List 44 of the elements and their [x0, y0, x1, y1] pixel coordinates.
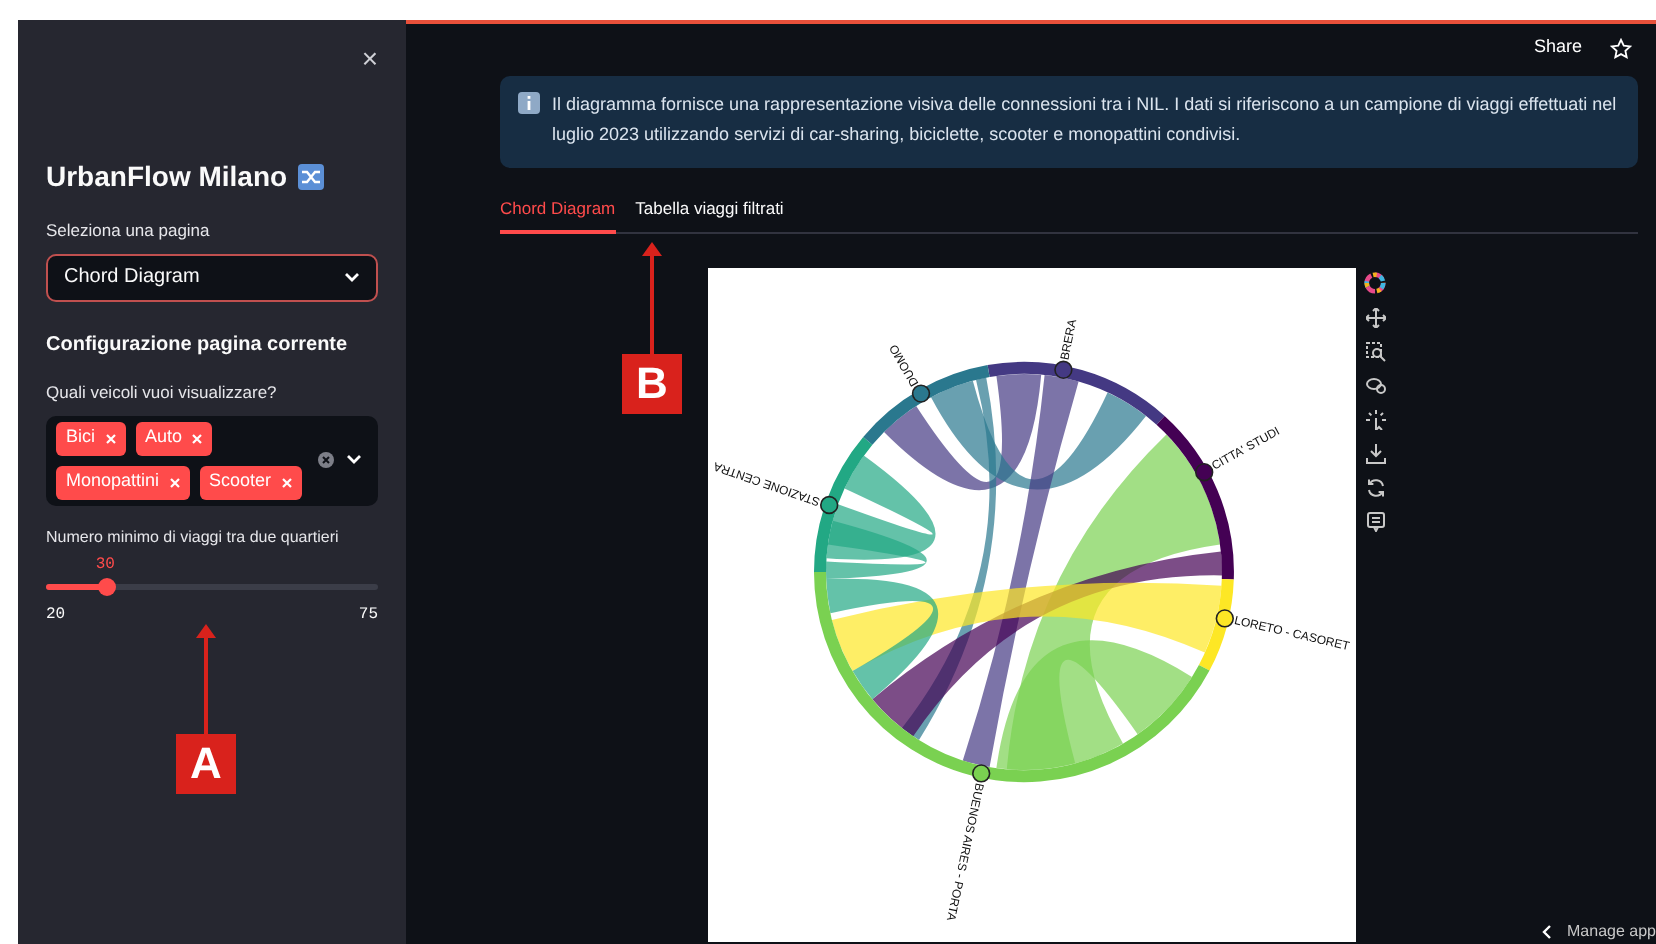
slider-value: 30 — [95, 553, 115, 577]
info-icon — [518, 92, 540, 114]
tap-icon[interactable] — [1365, 410, 1385, 430]
page-select[interactable]: Chord Diagram — [46, 253, 378, 302]
callout-label: A — [176, 734, 236, 794]
chevron-icon — [344, 271, 360, 284]
clear-icon[interactable] — [318, 452, 334, 468]
manage-app-button[interactable]: Manage app — [1567, 924, 1656, 940]
vehicle-tag[interactable]: Bici — [56, 421, 126, 455]
remove-icon[interactable] — [192, 433, 203, 443]
star-icon[interactable] — [1610, 37, 1632, 59]
reset-icon[interactable] — [1365, 478, 1385, 498]
slider-max: 75 — [358, 603, 378, 627]
slider-thumb[interactable] — [97, 577, 116, 595]
tab[interactable]: Tabella viaggi filtrati — [635, 188, 784, 234]
field-label: Seleziona una pagina — [46, 218, 212, 244]
remove-icon[interactable] — [105, 433, 116, 443]
vehicle-tag[interactable]: Scooter — [199, 465, 302, 499]
remove-icon[interactable] — [169, 477, 180, 487]
field-label: Quali veicoli vuoi visualizzare? — [46, 379, 279, 405]
remove-icon[interactable] — [281, 477, 292, 487]
callout-arrow — [196, 624, 216, 734]
logo-icon — [1364, 272, 1386, 294]
share-button[interactable]: Share — [1533, 34, 1582, 62]
info-text: Il diagramma fornisce una rappresentazione visiva delle connessioni tra i NIL. I dati si riferiscono a un campione di viaggi effettuati nel luglio 2023 utilizzando servizi di car-sharing, biciclette, scooter e monopattini condivisi. — [552, 92, 1619, 148]
chevron-left-icon[interactable] — [1541, 924, 1552, 940]
callout-label: B — [622, 354, 682, 414]
app-title: UrbanFlow Milano — [46, 158, 288, 196]
vehicle-tag[interactable]: Monopattini — [56, 465, 190, 499]
vehicle-tag[interactable]: Auto — [135, 421, 213, 455]
slider-min: 20 — [46, 603, 66, 627]
lasso-icon[interactable] — [1365, 376, 1385, 396]
chevron-icon[interactable] — [346, 454, 362, 466]
hover-icon[interactable] — [1365, 512, 1385, 532]
slider-label: Numero minimo di viaggi tra due quartieri — [46, 525, 341, 549]
callout-arrow — [642, 242, 662, 354]
move-icon[interactable] — [1365, 308, 1385, 328]
zoom-box-icon[interactable] — [1365, 342, 1385, 362]
shuffle-icon — [297, 164, 324, 190]
close-button[interactable]: × — [361, 36, 378, 80]
vehicle-multiselect[interactable]: Bici Auto Monopattini Scooter — [46, 415, 378, 505]
section-title: Configurazione pagina corrente — [46, 331, 350, 360]
download-icon[interactable] — [1365, 444, 1385, 464]
tab[interactable]: Chord Diagram — [500, 188, 616, 234]
